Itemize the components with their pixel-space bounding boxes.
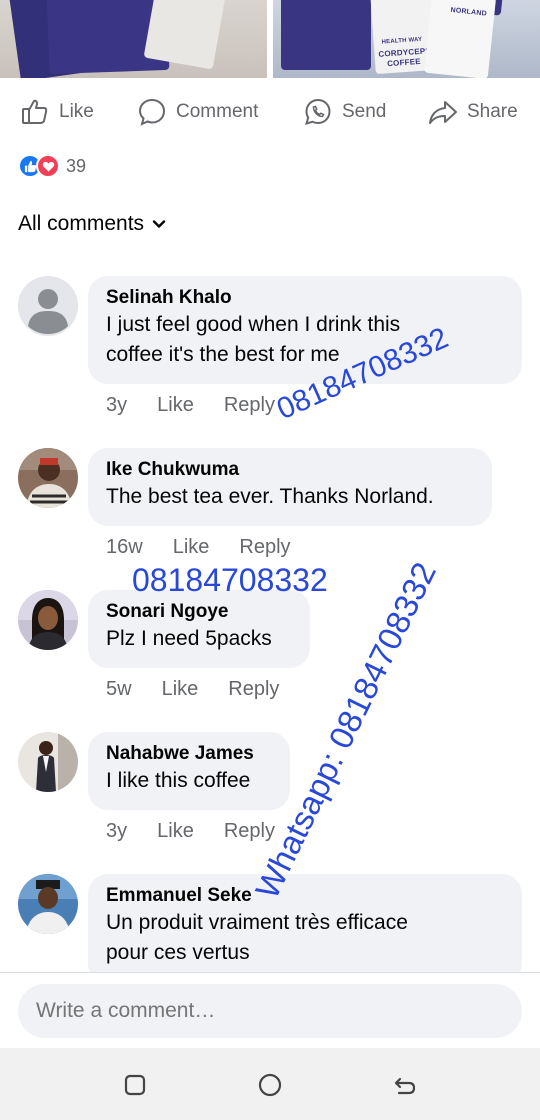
avatar[interactable] bbox=[18, 732, 78, 792]
commenter-name[interactable]: Nahabwe James bbox=[106, 742, 272, 766]
comment-text: Plz I need 5packs bbox=[106, 627, 272, 650]
comment-like-link[interactable]: Like bbox=[173, 536, 210, 559]
coffee-pack-image bbox=[143, 0, 227, 70]
recent-apps-button[interactable] bbox=[120, 1070, 150, 1100]
send-label: Send bbox=[342, 101, 387, 122]
avatar[interactable] bbox=[18, 590, 78, 650]
comment-bubble[interactable]: Sonari Ngoye Plz I need 5packs bbox=[88, 590, 310, 668]
coffee-pack-image bbox=[281, 0, 371, 70]
comment-time: 16w bbox=[106, 536, 143, 558]
whatsapp-icon bbox=[305, 98, 331, 125]
commenter-name[interactable]: Emmanuel Seke bbox=[106, 884, 504, 908]
pack-label: CORDYCEPS bbox=[378, 46, 432, 59]
post-photos: HEALTH WAY CORDYCEPS COFFEE NORLAND bbox=[0, 0, 540, 78]
comment-like-link[interactable]: Like bbox=[162, 678, 199, 701]
comment-input[interactable] bbox=[18, 984, 522, 1038]
avatar[interactable] bbox=[18, 448, 78, 508]
share-label: Share bbox=[467, 101, 518, 122]
love-reaction-icon bbox=[36, 154, 60, 178]
comment-reply-link[interactable]: Reply bbox=[224, 820, 275, 843]
comment-item: Emmanuel Seke Un produit vraiment très e… bbox=[18, 874, 528, 972]
pack-label: COFFEE bbox=[386, 56, 422, 69]
chevron-down-icon bbox=[152, 220, 166, 228]
comment-like-link[interactable]: Like bbox=[157, 820, 194, 843]
comment-item: Nahabwe James I like this coffee 3y Like… bbox=[18, 732, 528, 852]
comment-button[interactable]: Comment bbox=[137, 92, 258, 132]
like-label: Like bbox=[59, 101, 94, 122]
comment-meta: 3y Like Reply bbox=[106, 820, 275, 843]
home-button[interactable] bbox=[255, 1070, 285, 1100]
comment-composer-bar bbox=[0, 972, 540, 1048]
commenter-name[interactable]: Sonari Ngoye bbox=[106, 600, 292, 624]
comment-meta: 3y Like Reply bbox=[106, 394, 275, 417]
back-button[interactable] bbox=[390, 1070, 420, 1100]
comment-bubble[interactable]: Nahabwe James I like this coffee bbox=[88, 732, 290, 810]
share-arrow-icon bbox=[429, 101, 457, 124]
comment-reply-link[interactable]: Reply bbox=[228, 678, 279, 701]
comments-filter-dropdown[interactable]: All comments bbox=[18, 212, 166, 236]
comment-reply-link[interactable]: Reply bbox=[239, 536, 290, 559]
comment-time: 3y bbox=[106, 820, 128, 842]
like-button[interactable]: Like bbox=[20, 92, 94, 132]
post-photo-right[interactable]: HEALTH WAY CORDYCEPS COFFEE NORLAND bbox=[273, 0, 540, 78]
comment-text: The best tea ever. Thanks Norland. bbox=[106, 485, 434, 508]
comment-label: Comment bbox=[176, 101, 259, 122]
reaction-count: 39 bbox=[66, 155, 87, 176]
comment-reply-link[interactable]: Reply bbox=[224, 394, 275, 417]
reaction-summary[interactable]: 39 bbox=[18, 152, 86, 180]
comment-text: coffee it's the best for me bbox=[106, 343, 340, 366]
comment-time: 3y bbox=[106, 394, 128, 416]
comment-text: Un produit vraiment très efficace bbox=[106, 911, 408, 934]
comment-item: Selinah Khalo I just feel good when I dr… bbox=[18, 276, 528, 426]
commenter-name[interactable]: Ike Chukwuma bbox=[106, 458, 474, 482]
thumbs-up-icon bbox=[22, 99, 48, 124]
comment-item: Sonari Ngoye Plz I need 5packs 5w Like R… bbox=[18, 590, 528, 710]
comment-bubble[interactable]: Emmanuel Seke Un produit vraiment très e… bbox=[88, 874, 522, 972]
profile-photo bbox=[18, 874, 78, 934]
send-button[interactable]: Send bbox=[303, 92, 386, 132]
default-avatar-icon bbox=[18, 276, 78, 336]
comment-time: 5w bbox=[106, 678, 132, 700]
system-navigation-bar bbox=[0, 1048, 540, 1120]
profile-photo bbox=[18, 448, 78, 508]
avatar[interactable] bbox=[18, 276, 78, 336]
back-arrow-icon bbox=[394, 1077, 416, 1095]
comment-meta: 16w Like Reply bbox=[106, 536, 291, 559]
coffee-pack-image: NORLAND bbox=[423, 0, 497, 78]
comment-like-link[interactable]: Like bbox=[157, 394, 194, 417]
comment-meta: 5w Like Reply bbox=[106, 678, 279, 701]
post-photo-left[interactable] bbox=[0, 0, 267, 78]
comment-text: pour ces vertus bbox=[106, 941, 250, 964]
pack-label: HEALTH WAY bbox=[381, 36, 423, 46]
comment-item: Ike Chukwuma The best tea ever. Thanks N… bbox=[18, 448, 528, 568]
share-button[interactable]: Share bbox=[428, 92, 518, 132]
profile-photo bbox=[18, 732, 78, 792]
comments-filter-label: All comments bbox=[18, 212, 145, 235]
comment-bubble[interactable]: Ike Chukwuma The best tea ever. Thanks N… bbox=[88, 448, 492, 526]
comment-bubble[interactable]: Selinah Khalo I just feel good when I dr… bbox=[88, 276, 522, 384]
comment-text: I just feel good when I drink this bbox=[106, 313, 401, 336]
post-action-bar: Like Comment Send Share bbox=[0, 92, 540, 132]
profile-photo bbox=[18, 590, 78, 650]
home-circle-icon bbox=[258, 1073, 282, 1097]
commenter-name[interactable]: Selinah Khalo bbox=[106, 286, 504, 310]
comment-text: I like this coffee bbox=[106, 769, 251, 792]
recent-apps-icon bbox=[124, 1074, 146, 1096]
comment-bubble-icon bbox=[138, 98, 166, 126]
pack-label: NORLAND bbox=[450, 6, 488, 18]
avatar[interactable] bbox=[18, 874, 78, 934]
